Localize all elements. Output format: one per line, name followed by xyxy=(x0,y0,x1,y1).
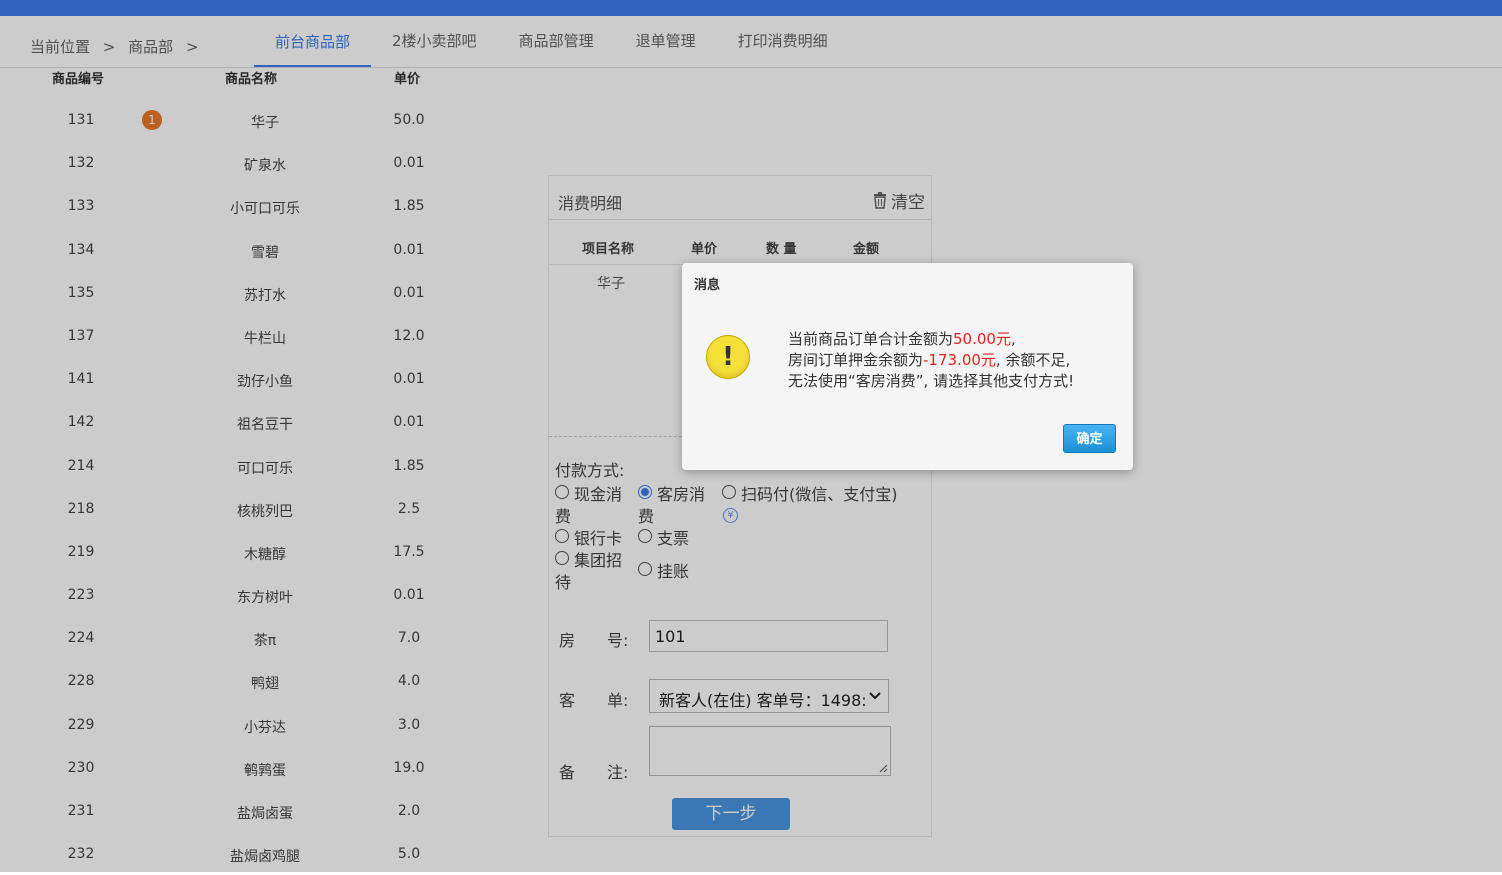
dialog-title: 消息 xyxy=(694,278,721,293)
message-text: 当前商品订单合计金额为 xyxy=(788,330,954,348)
dialog-header: 消息 xyxy=(682,263,1133,299)
confirm-button[interactable]: 确定 xyxy=(1063,424,1116,453)
deposit-balance-amount: -173.00元 xyxy=(923,351,996,369)
warning-icon: ! xyxy=(706,335,750,379)
dialog-message: 当前商品订单合计金额为50.00元, 房间订单押金余额为-173.00元, 余额… xyxy=(788,329,1074,392)
message-line-1: 当前商品订单合计金额为50.00元, xyxy=(788,329,1074,350)
order-total-amount: 50.00元 xyxy=(953,330,1011,348)
message-dialog: 消息 ! 当前商品订单合计金额为50.00元, 房间订单押金余额为-173.00… xyxy=(682,263,1133,470)
message-line-2: 房间订单押金余额为-173.00元, 余额不足, xyxy=(788,350,1074,371)
message-text: , xyxy=(1010,330,1016,348)
message-text: , 余额不足, xyxy=(995,351,1071,369)
message-line-3: 无法使用“客房消费”, 请选择其他支付方式! xyxy=(788,372,1075,390)
message-text: 房间订单押金余额为 xyxy=(788,351,924,369)
